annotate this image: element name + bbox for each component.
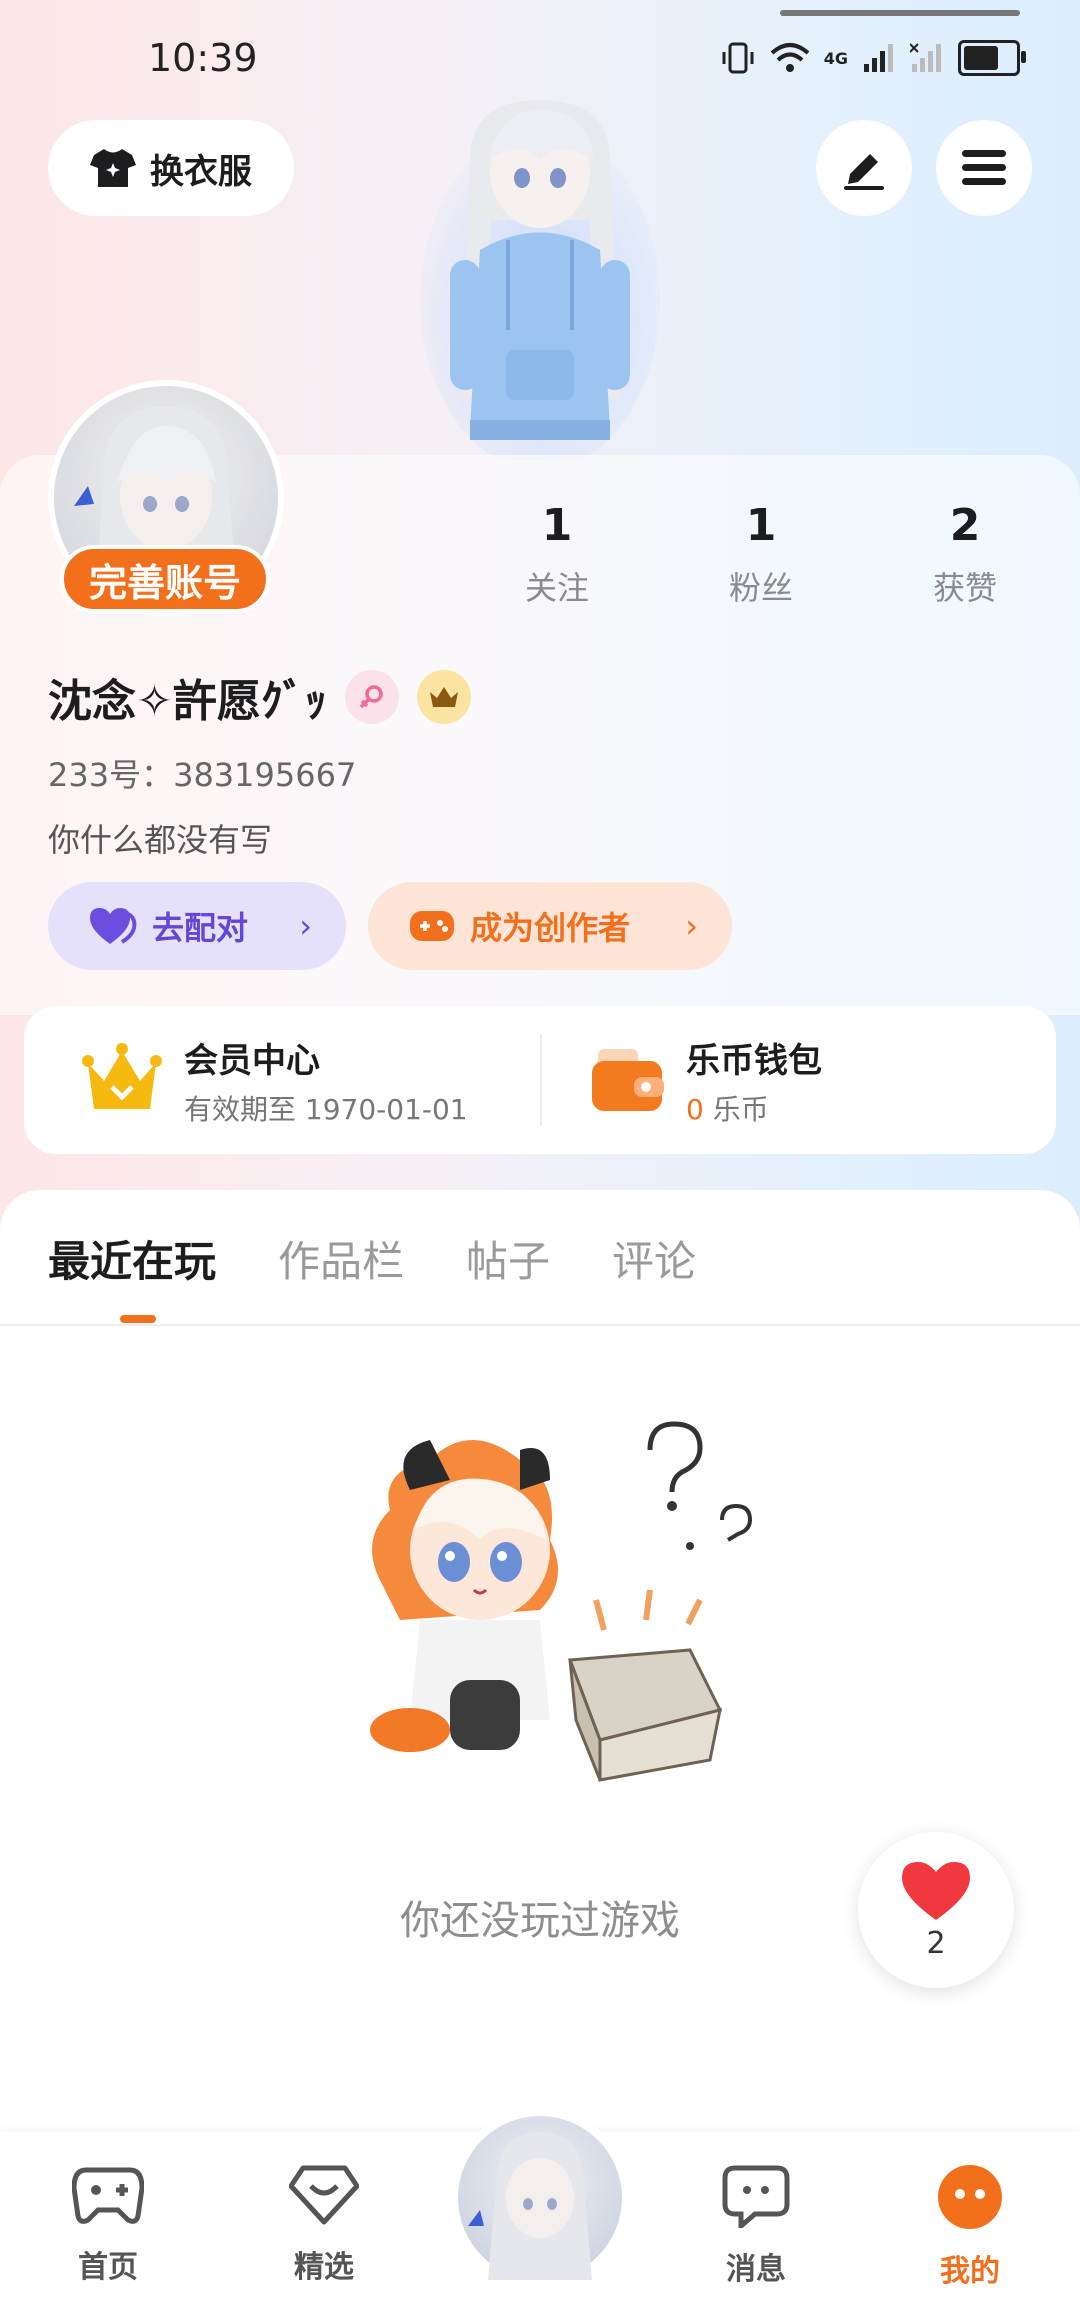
female-badge [344,670,399,724]
stat-following[interactable]: 1 关注 [477,500,637,609]
become-creator-button[interactable]: 成为创作者 › [368,882,732,970]
change-outfit-button[interactable]: 换衣服 [48,120,294,216]
chevron-right-icon: › [299,907,312,945]
nav-me-label: 我的 [940,2254,1000,2289]
hamburger-icon [962,150,1006,185]
user-bio: 你什么都没有写 [48,821,273,859]
menu-button[interactable] [936,120,1032,216]
avatar-character-figure[interactable] [410,100,670,460]
tab-comments[interactable]: 评论 [612,1228,696,1289]
tshirt-icon [90,149,136,187]
profile-face-icon [938,2165,1002,2229]
edit-profile-button[interactable] [816,120,912,216]
tab-active-indicator [120,1315,156,1323]
tabs-divider [0,1324,1080,1326]
crown-badge[interactable] [416,670,471,724]
heart-pair-icon [90,908,137,944]
wallet-balance: 0 乐币 [686,1088,822,1128]
battery-icon [958,40,1026,76]
pair-button[interactable]: 去配对 › [48,882,346,970]
become-creator-label: 成为创作者 [470,909,631,947]
wifi-icon [770,43,810,72]
nav-home-label: 首页 [78,2250,138,2285]
divider [540,1034,542,1126]
nav-featured[interactable]: 精选 [254,2164,394,2286]
nav-messages[interactable]: 消息 [686,2164,826,2288]
stat-likes-value: 2 [949,500,981,551]
stat-following-value: 1 [541,500,573,551]
tab-works[interactable]: 作品栏 [278,1228,404,1289]
user-id: 233号：383195667 [48,756,357,794]
nav-me[interactable]: 我的 [900,2164,1040,2290]
empty-state-illustration [370,1421,753,1782]
tab-posts[interactable]: 帖子 [466,1228,550,1289]
crown-icon [429,687,458,707]
chevron-right-icon: › [685,907,698,945]
like-floating-button[interactable]: 2 [858,1832,1014,1988]
signal-off-icon [910,43,941,72]
status-bar: 10:39 4G [0,0,1080,110]
wallet-amount: 0 [686,1092,704,1126]
female-icon [359,685,383,709]
network-type: 4G [823,48,848,68]
member-center-entry[interactable]: 会员中心 有效期至 1970-01-01 [82,1006,468,1154]
stat-likes-label: 获赞 [932,569,997,607]
nav-featured-label: 精选 [294,2250,354,2285]
nav-avatar-button[interactable] [450,2108,630,2288]
status-icons: 4G [720,40,1026,76]
nav-home[interactable]: 首页 [38,2164,178,2286]
nav-avatar-image [458,2116,622,2280]
wallet-entry[interactable]: 乐币钱包 0 乐币 [590,1006,822,1154]
gamepad-icon [410,911,454,941]
stat-fans-label: 粉丝 [728,569,793,607]
username-row: 沈念✧許愿ｸﾞｯ [48,665,471,729]
stat-following-label: 关注 [524,569,589,607]
stat-fans-value: 1 [745,500,777,551]
vibrate-icon [722,42,754,74]
wallet-icon [592,1049,664,1111]
gamepad-nav-icon [71,2167,145,2224]
heart-icon [902,1861,970,1920]
chat-bubble-icon [722,2165,790,2232]
profile-tabs: 最近在玩 作品栏 帖子 评论 [48,1228,696,1289]
pencil-icon [844,154,884,190]
change-outfit-label: 换衣服 [150,151,252,192]
wallet-unit: 乐币 [712,1092,769,1126]
member-center-title: 会员中心 [184,1040,320,1081]
signal-icon [864,44,893,72]
drag-handle [780,10,1020,16]
status-time: 10:39 [148,36,258,80]
like-count: 2 [926,1925,946,1961]
wallet-title: 乐币钱包 [686,1040,822,1081]
stat-likes[interactable]: 2 获赞 [885,500,1045,609]
nav-messages-label: 消息 [726,2252,786,2287]
nav-avatar-portrait [468,2132,592,2280]
complete-account-badge[interactable]: 完善账号 [60,545,270,613]
diamond-heart-icon [288,2165,360,2225]
pair-button-label: 去配对 [152,909,249,947]
stat-fans[interactable]: 1 粉丝 [681,500,841,609]
crown-gold-icon [82,1043,162,1109]
tab-recently-played[interactable]: 最近在玩 [48,1228,216,1289]
member-wallet-card: 会员中心 有效期至 1970-01-01 乐币钱包 0 乐币 [24,1006,1056,1154]
member-expiry: 有效期至 1970-01-01 [184,1092,468,1126]
username: 沈念✧許愿ｸﾞｯ [48,676,327,727]
